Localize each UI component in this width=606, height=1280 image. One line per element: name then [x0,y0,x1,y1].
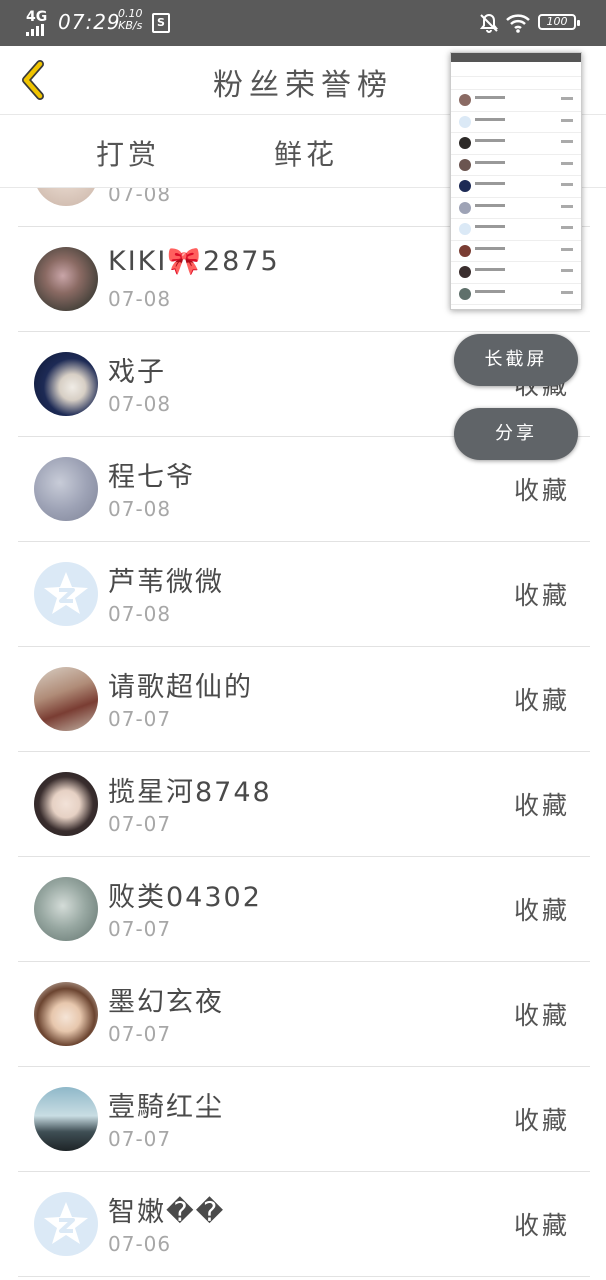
tab-flowers[interactable]: 鲜花 [274,133,338,173]
user-name: 请歌超仙的 [108,672,253,703]
avatar [34,457,98,521]
favorite-button[interactable]: 收藏 [514,1206,570,1242]
user-date: 07-08 [108,392,172,416]
speed-unit: KB/s [118,19,143,32]
avatar [34,188,98,206]
favorite-button[interactable]: 收藏 [514,576,570,612]
battery-icon: 100 [538,14,580,30]
network-speed: 0.10 KB/s [118,8,143,32]
app-notification-icon: S [152,13,170,33]
wifi-icon [506,14,530,33]
user-date: 07-06 [108,1232,172,1256]
user-name: 芦苇微微 [108,567,224,598]
list-item[interactable]: 壹騎红尘 07-07 收藏 [18,1067,590,1172]
user-date: 07-08 [108,188,172,206]
user-name: 戏子 [108,357,166,388]
user-name: 墨幻玄夜 [108,987,224,1018]
list-item[interactable]: 智嫩�� 07-06 收藏 [18,1172,590,1277]
favorite-button[interactable]: 收藏 [514,891,570,927]
network-type: 4G [26,9,48,25]
user-date: 07-07 [108,707,172,731]
list-item[interactable]: 败类04302 07-07 收藏 [18,857,590,962]
avatar [34,982,98,1046]
user-name: 揽星河8748 [108,777,272,808]
user-name: 智嫩�� [108,1197,226,1228]
status-bar: 4G 07:29 0.10 KB/s S 100 [0,0,606,46]
user-date: 07-08 [108,497,172,521]
user-name: 败类04302 [108,882,262,913]
tab-reward[interactable]: 打赏 [96,133,160,173]
list-item[interactable]: 揽星河8748 07-07 收藏 [18,752,590,857]
battery-level: 100 [546,15,568,28]
avatar [34,1087,98,1151]
bell-off-icon [479,13,499,33]
user-date: 07-08 [108,602,172,626]
status-time: 07:29 [58,10,121,34]
avatar [34,877,98,941]
favorite-button[interactable]: 收藏 [514,1101,570,1137]
list-item[interactable]: 请歌超仙的 07-07 收藏 [18,647,590,752]
favorite-button[interactable]: 收藏 [514,681,570,717]
share-button[interactable]: 分享 [454,408,578,460]
avatar [34,352,98,416]
user-date: 07-07 [108,1127,172,1151]
user-date: 07-07 [108,812,172,836]
avatar [34,667,98,731]
list-item[interactable]: 芦苇微微 07-08 收藏 [18,542,590,647]
user-name: KIKI🎀2875 [108,246,280,277]
default-avatar-icon [34,1192,98,1256]
default-avatar-icon [34,562,98,626]
user-date: 07-07 [108,1022,172,1046]
favorite-button[interactable]: 收藏 [514,996,570,1032]
screenshot-thumbnail[interactable] [450,52,582,310]
user-date: 07-07 [108,917,172,941]
favorite-button[interactable]: 收藏 [514,786,570,822]
long-screenshot-button[interactable]: 长截屏 [454,334,578,386]
avatar [34,247,98,311]
list-item[interactable]: 墨幻玄夜 07-07 收藏 [18,962,590,1067]
favorite-button[interactable]: 收藏 [514,471,570,507]
avatar [34,772,98,836]
user-name: 程七爷 [108,462,195,493]
user-name: 壹騎红尘 [108,1092,224,1123]
signal-icon [26,24,48,36]
user-date: 07-08 [108,287,172,311]
